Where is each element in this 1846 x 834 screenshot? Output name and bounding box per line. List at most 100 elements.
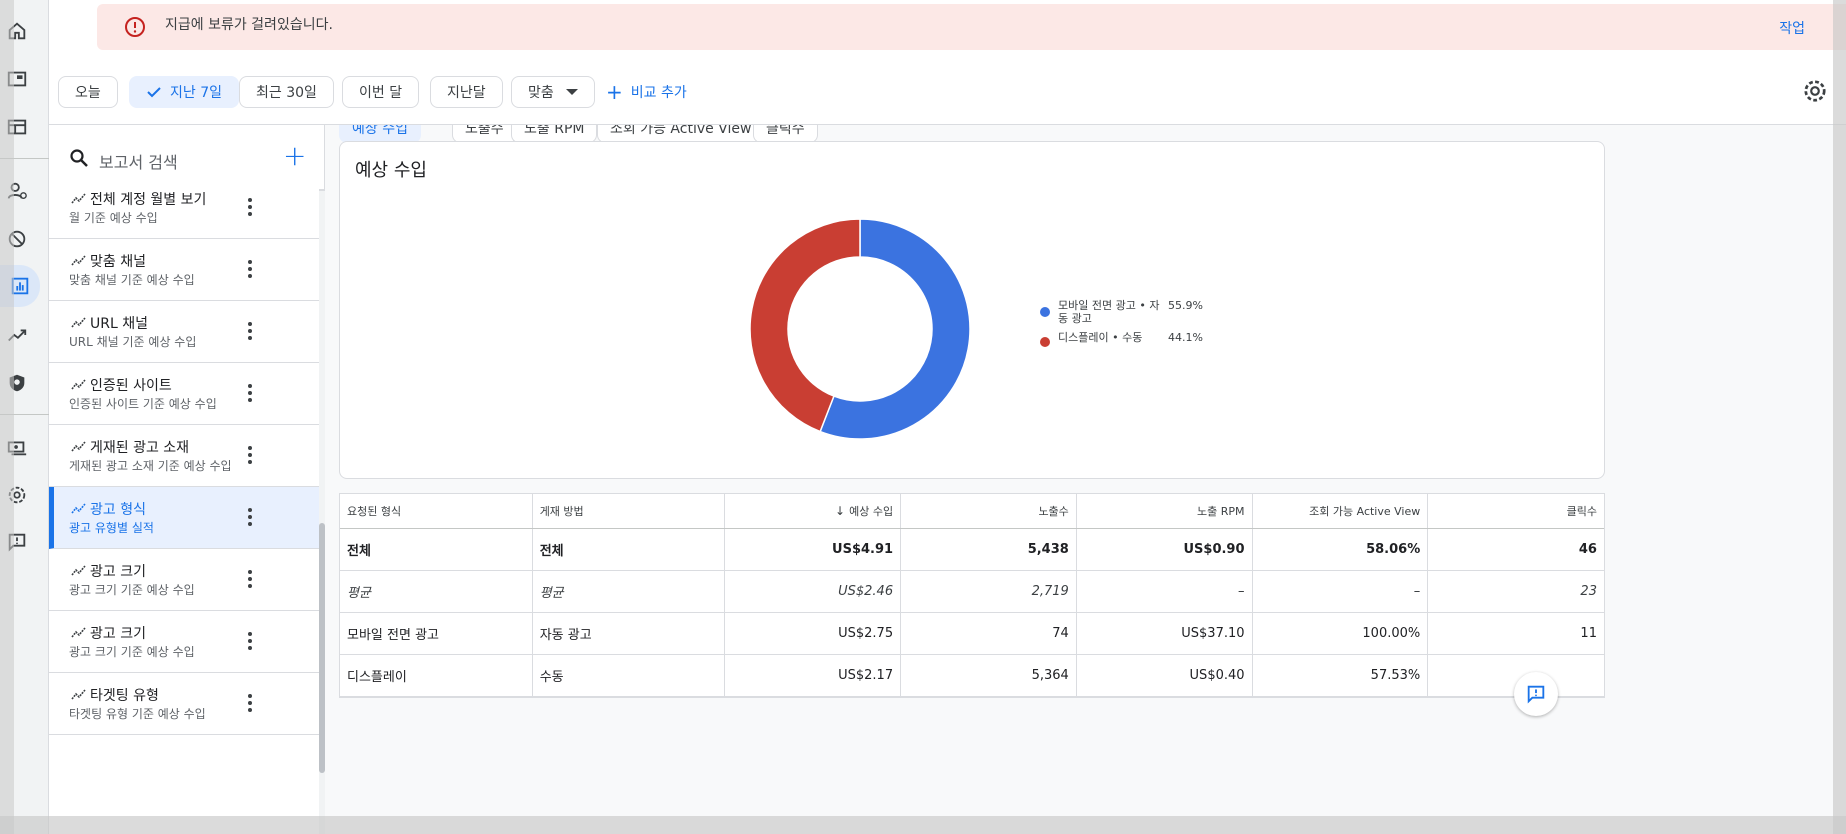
table-cell: US$2.17 (725, 655, 902, 696)
column-header-label: 조회 가능 Active View (1309, 505, 1421, 518)
column-header[interactable]: 조회 가능 Active View (1253, 494, 1429, 528)
column-header[interactable]: ↓ 예상 수입 (725, 494, 902, 528)
more-vert-icon[interactable] (247, 631, 253, 651)
report-item[interactable]: 게재된 광고 소재 게재된 광고 소재 기준 예상 수입 (49, 425, 319, 487)
report-title: 광고 크기 (90, 564, 146, 580)
legend-dot (1040, 307, 1050, 317)
trend-icon (71, 503, 86, 514)
date-chip-last-7-days[interactable]: 지난 7일 (129, 76, 239, 108)
table-cell: 23 (1580, 584, 1597, 599)
table-cell: 5,438 (901, 529, 1077, 570)
alert-action-link[interactable]: 작업 (1779, 18, 1805, 38)
report-item[interactable]: 타겟팅 유형 타겟팅 유형 기준 예상 수입 (49, 673, 319, 735)
legend-item[interactable]: 모바일 전면 광고 • 자동 광고 55.9% (1040, 299, 1210, 331)
screen-overlay (0, 816, 1846, 834)
table-cell: 평균 (533, 571, 726, 612)
report-item[interactable]: URL 채널 URL 채널 기준 예상 수입 (49, 301, 319, 363)
trend-icon (71, 255, 86, 266)
column-header-label: 요청된 형식 (347, 505, 402, 518)
more-vert-icon[interactable] (247, 569, 253, 589)
trend-icon (71, 379, 86, 390)
table-cell: US$2.46 (725, 571, 902, 612)
table-cell: 수동 (533, 655, 726, 696)
chip-label: 오늘 (75, 85, 101, 101)
report-title: URL 채널 (90, 316, 148, 332)
date-chip-last-30-days[interactable]: 최근 30일 (239, 76, 334, 108)
more-vert-icon[interactable] (247, 445, 253, 465)
more-vert-icon[interactable] (247, 693, 253, 713)
report-title: 인증된 사이트 (90, 378, 172, 394)
report-subtitle: 광고 크기 기준 예상 수입 (69, 645, 195, 659)
report-subtitle: 광고 유형별 실적 (69, 521, 154, 535)
chip-label: 조회 가능 Active View (610, 125, 752, 137)
report-title: 광고 형식 (90, 502, 146, 518)
report-item[interactable]: 광고 크기 광고 크기 기준 예상 수입 (49, 549, 319, 611)
more-vert-icon[interactable] (247, 383, 253, 403)
trend-icon (71, 565, 86, 576)
table-cell: US$37.10 (1077, 613, 1253, 654)
payment-hold-alert: 지급에 보류가 걸려있습니다. 작업 (97, 4, 1846, 50)
table-cell: 자동 광고 (533, 613, 726, 654)
feedback-icon (1527, 685, 1545, 704)
chart-title: 예상 수입 (355, 160, 427, 181)
chip-label: 지난달 (447, 85, 486, 101)
chevron-down-icon (565, 89, 578, 95)
legend-label: 모바일 전면 광고 • 자동 광고 (1058, 299, 1160, 325)
report-item-selected[interactable]: 광고 형식 광고 유형별 실적 (49, 487, 319, 549)
report-item[interactable]: 맞춤 채널 맞춤 채널 기준 예상 수입 (49, 239, 319, 301)
chip-label: 클릭수 (766, 125, 805, 137)
report-item[interactable]: 인증된 사이트 인증된 사이트 기준 예상 수입 (49, 363, 319, 425)
table-cell: – (1253, 571, 1429, 612)
table-header-row: 요청된 형식 게재 방법 ↓ 예상 수입 노출수 노출 RPM 조회 가능 Active V… (340, 494, 1604, 529)
chip-label: 예상 수입 (352, 125, 408, 137)
table-cell: 모바일 전면 광고 (340, 613, 533, 654)
report-item[interactable]: 전체 계정 월별 보기 월 기준 예상 수입 (49, 177, 319, 239)
gear-icon[interactable] (1802, 78, 1828, 104)
screen-overlay (0, 0, 14, 834)
more-vert-icon[interactable] (247, 321, 253, 341)
column-header[interactable]: 노출수 (901, 494, 1077, 528)
column-header-label: 예상 수입 (849, 505, 894, 518)
donut-chart[interactable] (745, 214, 975, 444)
column-header[interactable]: 노출 RPM (1077, 494, 1253, 528)
report-subtitle: 인증된 사이트 기준 예상 수입 (69, 397, 217, 411)
report-subtitle: URL 채널 기준 예상 수입 (69, 335, 197, 349)
column-header-label: 노출수 (1038, 505, 1069, 518)
column-header[interactable]: 게재 방법 (533, 494, 726, 528)
date-chip-this-month[interactable]: 이번 달 (342, 76, 420, 108)
legend-percent: 55.9% (1168, 299, 1203, 312)
table-cell: 58.06% (1253, 529, 1429, 570)
add-report-button[interactable]: + (283, 139, 306, 172)
table-cell: 2,719 (901, 571, 1077, 612)
report-subtitle: 월 기준 예상 수입 (69, 211, 158, 225)
more-vert-icon[interactable] (247, 507, 253, 527)
report-item[interactable]: 광고 크기 광고 크기 기준 예상 수입 (49, 611, 319, 673)
add-comparison-button[interactable]: + 비교 추가 (606, 82, 687, 102)
date-chip-today[interactable]: 오늘 (58, 76, 118, 108)
sort-arrow-icon: ↓ (835, 504, 846, 518)
more-vert-icon[interactable] (247, 259, 253, 279)
legend-dot (1040, 337, 1050, 347)
column-header[interactable]: 클릭수 (1428, 494, 1604, 528)
legend-percent: 44.1% (1168, 331, 1203, 344)
feedback-button[interactable] (1514, 672, 1558, 716)
scrollbar-thumb[interactable] (319, 523, 325, 773)
table-row: 디스플레이 수동 US$2.17 5,364 US$0.40 57.53% (340, 655, 1604, 697)
table-cell: US$2.75 (725, 613, 902, 654)
alert-message: 지급에 보류가 걸려있습니다. (165, 17, 333, 33)
more-vert-icon[interactable] (247, 197, 253, 217)
alert-area: 지급에 보류가 걸려있습니다. 작업 (49, 0, 1846, 60)
chip-label: 노출수 (465, 125, 504, 137)
table-cell: US$0.90 (1077, 529, 1253, 570)
legend-item[interactable]: 디스플레이 • 수동 44.1% (1040, 331, 1210, 363)
error-icon (125, 17, 145, 37)
table-row: 평균 평균 US$2.46 2,719– –23 (340, 571, 1604, 613)
screen-overlay (1833, 0, 1846, 834)
date-chip-last-month[interactable]: 지난달 (430, 76, 503, 108)
report-list-panel: 보고서 검색 + 전체 계정 월별 보기 월 기준 예상 수입 맞춤 채널 맞춤… (49, 125, 325, 834)
column-header[interactable]: 요청된 형식 (340, 494, 533, 528)
chip-label: 최근 30일 (256, 85, 317, 101)
column-header-label: 클릭수 (1566, 505, 1597, 518)
date-chip-custom[interactable]: 맞춤 (511, 76, 595, 108)
report-table: 요청된 형식 게재 방법 ↓ 예상 수입 노출수 노출 RPM 조회 가능 Active V… (339, 493, 1605, 698)
